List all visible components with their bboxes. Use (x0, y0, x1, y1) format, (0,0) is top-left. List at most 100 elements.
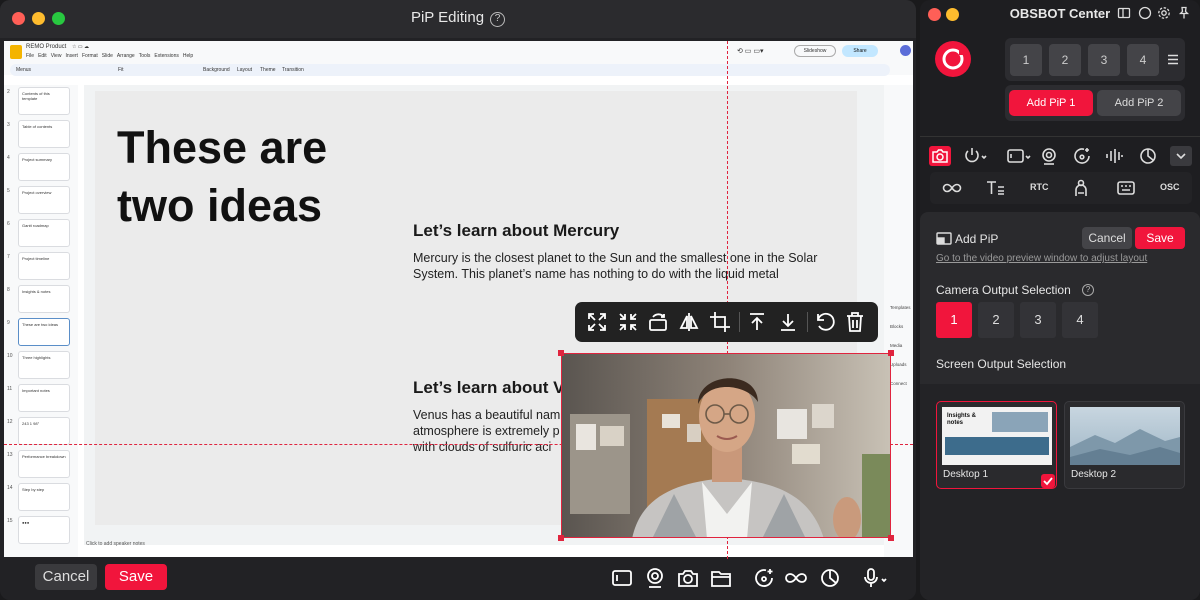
bring-to-front-icon[interactable] (745, 310, 769, 334)
expand-icon[interactable] (585, 310, 609, 334)
help-icon[interactable]: ? (1082, 284, 1094, 296)
desktop-2-label: Desktop 2 (1071, 469, 1117, 480)
menus-search: Menus (16, 67, 32, 73)
preset-2-button[interactable]: 2 (1049, 44, 1081, 76)
camera-frame-icon[interactable] (1006, 146, 1031, 168)
screen-output-label: Screen Output Selection (936, 357, 1067, 371)
ai-tracking-icon[interactable] (752, 566, 776, 590)
flip-icon[interactable] (677, 310, 701, 334)
pip-editing-window: PiP Editing? REMO Product ☆ ▭ ☁ File Edit… (0, 0, 916, 600)
help-icon[interactable]: ? (490, 12, 506, 27)
obsbot-center-window: OBSBOT Center 1 2 3 4 Add PiP 1 Add PiP … (920, 0, 1200, 600)
color-icon[interactable] (818, 566, 842, 590)
star-icon: ☆ ▭ ☁ (72, 44, 89, 50)
webcam-icon[interactable] (643, 566, 667, 590)
pin-icon[interactable] (1177, 6, 1191, 20)
presenter-icon[interactable] (1070, 178, 1092, 200)
slide-thumbnail: Project overview (18, 186, 70, 214)
keyboard-icon[interactable] (1115, 178, 1137, 200)
slide-thumbnail: ●●● (18, 516, 70, 544)
slides-menu-item: Tools (138, 53, 151, 59)
panel-cancel-button[interactable]: Cancel (1082, 227, 1132, 249)
infinity-icon[interactable] (941, 178, 963, 200)
snapshot-icon[interactable] (676, 566, 700, 590)
microphone-icon[interactable] (860, 566, 887, 590)
preset-4-button[interactable]: 4 (1127, 44, 1159, 76)
desktop-1-card[interactable]: Insights & notes Desktop 1 (936, 401, 1057, 489)
slide-thumb-number: 2 (7, 89, 10, 95)
camera-output-1-button[interactable]: 1 (936, 302, 972, 338)
panel-save-button[interactable]: Save (1135, 227, 1185, 249)
slides-menu-item: Insert (65, 53, 78, 59)
fullscreen-icon[interactable] (616, 310, 640, 334)
ai-tracking-icon[interactable] (1072, 146, 1094, 168)
camera-output-3-button[interactable]: 3 (1020, 302, 1056, 338)
webcam-icon[interactable] (1039, 146, 1061, 168)
expand-toolbar-icon[interactable] (1170, 146, 1192, 166)
crop-icon[interactable] (708, 310, 732, 334)
resize-handle-bottom-right[interactable] (888, 535, 894, 541)
capture-mode-icon[interactable] (929, 146, 951, 166)
cancel-button[interactable]: Cancel (35, 564, 97, 590)
color-icon[interactable] (1138, 146, 1160, 168)
rail-item: Uploads (890, 362, 907, 367)
speaker-notes: Click to add speaker notes (86, 541, 145, 547)
desktop-2-thumbnail (1070, 407, 1180, 465)
settings-icon[interactable] (1157, 6, 1171, 20)
camera-feed-image (562, 354, 890, 537)
delete-icon[interactable] (843, 310, 867, 334)
slides-logo-icon (10, 45, 22, 59)
preset-1-button[interactable]: 1 (1010, 44, 1042, 76)
rtc-button[interactable]: RTC (1030, 182, 1049, 192)
slides-toolbar: Menus Fit Background Layout Theme Transi… (10, 64, 890, 76)
slide-thumbnail: Contents of this template (18, 87, 70, 115)
camera-output-4-button[interactable]: 4 (1062, 302, 1098, 338)
text-overlay-icon[interactable] (984, 178, 1006, 200)
power-icon[interactable] (962, 146, 987, 168)
preset-3-button[interactable]: 3 (1088, 44, 1120, 76)
reset-icon[interactable] (813, 310, 837, 334)
menu-icon[interactable] (1167, 54, 1179, 65)
window-mode-icon[interactable] (1117, 6, 1131, 20)
add-pip-2-button[interactable]: Add PiP 2 (1097, 90, 1181, 116)
camera-frame-icon[interactable] (610, 566, 634, 590)
audio-waveform-icon[interactable] (1104, 146, 1126, 168)
obsbot-logo-icon (934, 40, 972, 78)
slide-thumb-text: Insights & notes (22, 289, 51, 294)
add-pip-1-button[interactable]: Add PiP 1 (1009, 90, 1093, 116)
title-bar: PiP Editing? (0, 0, 916, 38)
slides-menu-bar: File Edit View Insert Format Slide Arrange Tool… (26, 53, 197, 59)
osc-button[interactable]: OSC (1160, 182, 1180, 192)
layout-button: Layout (237, 67, 253, 73)
save-button[interactable]: Save (105, 564, 167, 590)
slide-thumb-number: 4 (7, 155, 10, 161)
transition-button: Transition (282, 67, 304, 73)
resize-handle-top-left[interactable] (558, 350, 564, 356)
desktop-1-label: Desktop 1 (943, 469, 989, 480)
slide-thumb-number: 14 (7, 485, 13, 491)
slide-thumb-number: 5 (7, 188, 10, 194)
rotate-icon[interactable] (646, 310, 670, 334)
resize-handle-bottom-left[interactable] (558, 535, 564, 541)
slide-thumbnail: These are two ideas (18, 318, 70, 346)
camera-output-label: Camera Output Selection (936, 283, 1071, 297)
desktop-1-thumb-image (992, 412, 1048, 432)
resize-handle-top-right[interactable] (888, 350, 894, 356)
pip-camera-overlay[interactable] (561, 353, 891, 538)
slide-thumb-number: 13 (7, 452, 13, 458)
infinity-icon[interactable] (784, 566, 808, 590)
slides-menu-item: Edit (38, 53, 47, 59)
slide-title: These are two ideas (117, 122, 328, 231)
slides-menu-item: Help (182, 53, 194, 59)
record-icon[interactable] (1138, 6, 1152, 20)
slide-thumbnail: Important notes (18, 384, 70, 412)
send-to-back-icon[interactable] (776, 310, 800, 334)
folder-icon[interactable] (709, 566, 733, 590)
camera-output-2-button[interactable]: 2 (978, 302, 1014, 338)
desktop-2-card[interactable]: Desktop 2 (1064, 401, 1185, 489)
slide-thumb-number: 10 (7, 353, 13, 359)
slideshow-button: Slideshow (794, 45, 836, 57)
slide-thumb-number: 11 (7, 386, 13, 392)
rail-item: Media (890, 343, 903, 348)
layout-hint-link[interactable]: Go to the video preview window to adjust… (936, 253, 1147, 264)
